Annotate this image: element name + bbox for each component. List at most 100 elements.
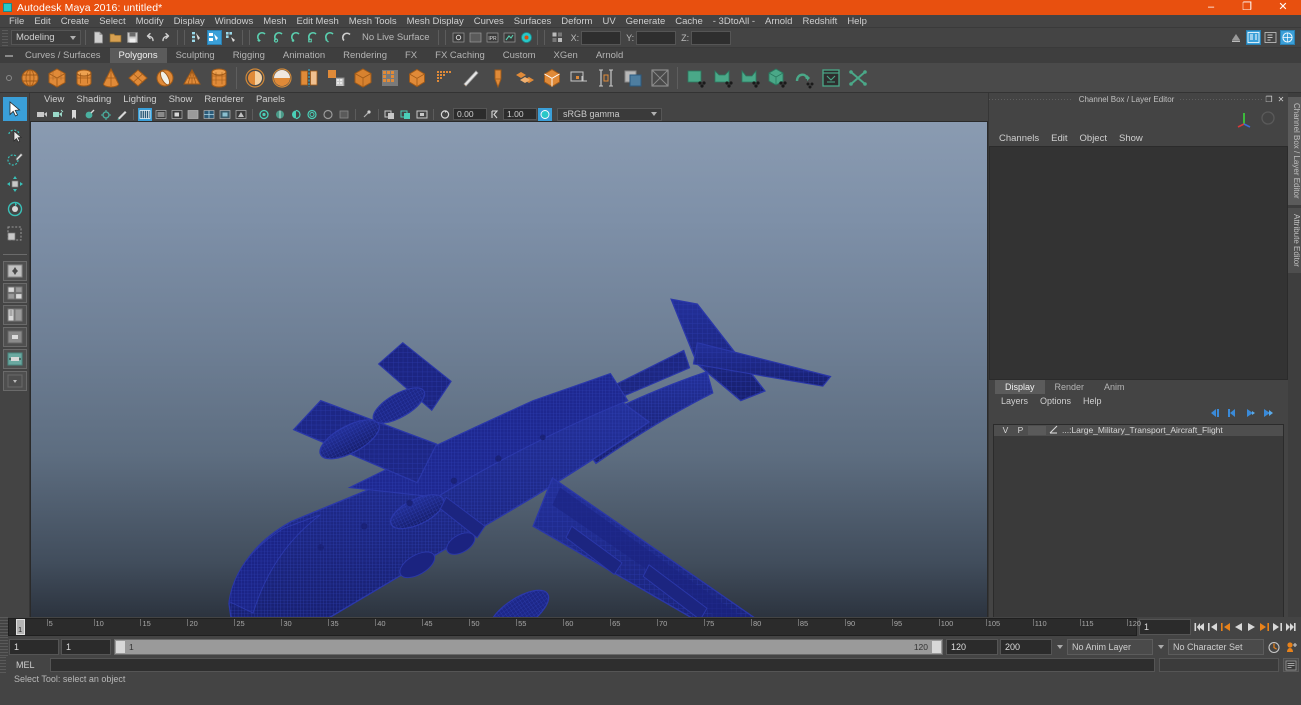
outliner-persp-layout-icon[interactable]	[3, 261, 27, 281]
anim-end-time-field[interactable]: 200	[1000, 639, 1052, 655]
move-layer-up-icon[interactable]	[1209, 408, 1220, 421]
menu-generate[interactable]: Generate	[621, 15, 671, 28]
multisample-aa-icon[interactable]	[289, 108, 303, 121]
xray-joints-icon[interactable]	[360, 108, 374, 121]
shelf-tab-xgen[interactable]: XGen	[545, 48, 587, 63]
two-pane-layout-icon[interactable]	[3, 349, 27, 369]
channel-menu-show[interactable]: Show	[1113, 131, 1149, 146]
shadows-icon[interactable]	[234, 108, 248, 121]
texture-display-icon[interactable]	[202, 108, 216, 121]
shelf-tab-rigging[interactable]: Rigging	[224, 48, 274, 63]
screen-space-ao-icon[interactable]	[257, 108, 271, 121]
menu-select[interactable]: Select	[94, 15, 130, 28]
step-forward-frame-button[interactable]	[1258, 619, 1271, 635]
menu-edit[interactable]: Edit	[29, 15, 55, 28]
shelf-options-handle[interactable]	[2, 48, 16, 63]
shelf-tab-fx[interactable]: FX	[396, 48, 426, 63]
open-scene-icon[interactable]	[108, 30, 123, 45]
show-hide-attribute-editor-icon[interactable]	[1246, 30, 1261, 45]
coord-y-field[interactable]	[636, 31, 676, 45]
color-management-toggle-icon[interactable]	[538, 108, 552, 121]
hypergraph-layout-icon[interactable]	[3, 327, 27, 347]
menu-mesh-tools[interactable]: Mesh Tools	[344, 15, 402, 28]
show-hide-tool-settings-icon[interactable]	[1263, 30, 1278, 45]
isolate-select-icon[interactable]	[321, 108, 335, 121]
viewport-menu-panels[interactable]: Panels	[250, 93, 291, 107]
shelf-tab-curves-surfaces[interactable]: Curves / Surfaces	[16, 48, 110, 63]
single-perspective-view-icon[interactable]	[3, 371, 27, 391]
exposure-reset-icon[interactable]	[438, 108, 452, 121]
poly-cylinder-icon[interactable]	[71, 65, 96, 91]
poly-pyramid-icon[interactable]	[179, 65, 204, 91]
select-vertex-icon[interactable]	[737, 65, 762, 91]
gamma-preset-icon[interactable]	[399, 108, 413, 121]
poly-cube-icon[interactable]	[44, 65, 69, 91]
coord-x-field[interactable]	[581, 31, 621, 45]
range-slider-bar[interactable]: 1 120	[114, 639, 943, 655]
gamma-field[interactable]: 1.00	[503, 108, 537, 120]
shaded-wireframe-icon[interactable]	[170, 108, 184, 121]
range-slider-grip[interactable]	[0, 637, 8, 657]
channel-box-close-icon[interactable]: ✕	[1276, 94, 1286, 104]
combine-icon[interactable]	[242, 65, 267, 91]
menu-deform[interactable]: Deform	[556, 15, 597, 28]
new-scene-icon[interactable]	[91, 30, 106, 45]
show-hide-modeling-toolkit-icon[interactable]	[1229, 30, 1244, 45]
time-slider-grip[interactable]	[0, 617, 8, 637]
layer-menu-layers[interactable]: Layers	[995, 394, 1034, 408]
sidebar-tab-attribute-editor[interactable]: Attribute Editor	[1288, 208, 1301, 273]
quad-draw-icon[interactable]	[512, 65, 537, 91]
menu-cache[interactable]: Cache	[670, 15, 707, 28]
shelf-tab-polygons[interactable]: Polygons	[110, 48, 167, 63]
range-dropdown-caret[interactable]	[1053, 637, 1066, 657]
poly-count-icon[interactable]	[647, 65, 672, 91]
two-d-pan-zoom-icon[interactable]	[99, 108, 113, 121]
playback-start-time-field[interactable]: 1	[61, 639, 111, 655]
new-layer-from-selected-icon[interactable]	[1263, 408, 1274, 421]
poly-plane-icon[interactable]	[125, 65, 150, 91]
undo-icon[interactable]	[142, 30, 157, 45]
menu-display[interactable]: Display	[169, 15, 210, 28]
viewport-menu-view[interactable]: View	[38, 93, 70, 107]
range-left-handle[interactable]	[115, 640, 126, 654]
poly-torus-icon[interactable]	[152, 65, 177, 91]
persp-outliner-layout-icon[interactable]	[3, 305, 27, 325]
channel-menu-object[interactable]: Object	[1074, 131, 1113, 146]
lasso-select-tool-icon[interactable]	[3, 122, 27, 146]
shelf-tab-animation[interactable]: Animation	[274, 48, 334, 63]
irr-render-icon[interactable]	[468, 30, 483, 45]
exposure-field[interactable]: 0.00	[453, 108, 487, 120]
crease-tool-icon[interactable]	[593, 65, 618, 91]
extract-icon[interactable]	[323, 65, 348, 91]
exposure-preset-icon[interactable]	[383, 108, 397, 121]
character-set-field[interactable]: No Character Set	[1168, 639, 1264, 655]
channel-box-undock-icon[interactable]: ❐	[1264, 94, 1274, 104]
separate-icon[interactable]	[269, 65, 294, 91]
bookmark-icon[interactable]	[67, 108, 81, 121]
mirror-icon[interactable]	[296, 65, 321, 91]
select-by-object-type-icon[interactable]	[207, 30, 222, 45]
menu-set-selector[interactable]: Modeling	[11, 30, 81, 45]
coord-z-field[interactable]	[691, 31, 731, 45]
move-tool-icon[interactable]	[3, 172, 27, 196]
menu-redshift[interactable]: Redshift	[797, 15, 842, 28]
bevel-icon[interactable]	[485, 65, 510, 91]
shelf-tab-custom[interactable]: Custom	[494, 48, 545, 63]
render-settings-icon[interactable]	[502, 30, 517, 45]
statusbar-grip[interactable]	[2, 30, 8, 46]
animation-preferences-button[interactable]	[1283, 637, 1301, 657]
menu-curves[interactable]: Curves	[469, 15, 509, 28]
maximize-button[interactable]: ❐	[1229, 0, 1265, 15]
play-backwards-button[interactable]	[1232, 619, 1245, 635]
menu-modify[interactable]: Modify	[131, 15, 169, 28]
rotate-tool-icon[interactable]	[3, 197, 27, 221]
anim-layer-field[interactable]: No Anim Layer	[1067, 639, 1153, 655]
grease-pencil-icon[interactable]	[115, 108, 129, 121]
menu-file[interactable]: File	[4, 15, 29, 28]
menu-create[interactable]: Create	[56, 15, 95, 28]
script-editor-button[interactable]	[1283, 658, 1299, 672]
flat-shade-icon[interactable]	[186, 108, 200, 121]
menu-windows[interactable]: Windows	[210, 15, 259, 28]
uv-editor-icon[interactable]	[539, 65, 564, 91]
snap-to-view-plane-icon[interactable]	[323, 30, 338, 45]
